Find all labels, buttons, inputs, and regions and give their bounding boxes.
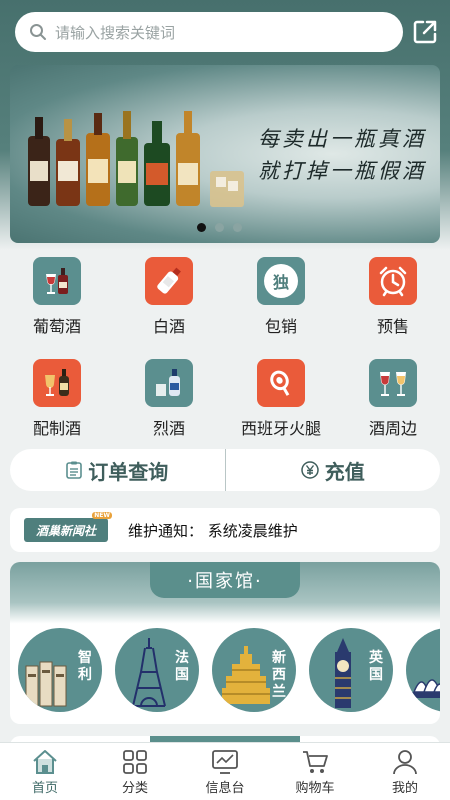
tab-label: 信息台 xyxy=(205,781,245,796)
order-query-label: 订单查询 xyxy=(88,459,169,484)
pagination-dot[interactable] xyxy=(233,223,242,232)
tab-label: 我的 xyxy=(391,781,418,796)
exclusive-badge: 独 xyxy=(264,264,298,298)
news-logo: 酒巢新闻社 NEW xyxy=(24,512,112,542)
pagination-dot[interactable] xyxy=(197,223,206,232)
monitor-icon xyxy=(212,750,238,774)
country-name: 智利 xyxy=(78,650,92,683)
search-icon xyxy=(30,24,46,40)
yen-coin-icon xyxy=(301,461,319,479)
country-chile[interactable]: 智利 xyxy=(18,628,102,712)
tab-mine[interactable]: 我的 xyxy=(360,743,450,800)
country-france[interactable]: 法国 xyxy=(115,628,199,712)
building-icon xyxy=(222,646,270,704)
country-name: 英国 xyxy=(369,650,383,683)
grid-icon xyxy=(123,750,147,774)
header: 请输入搜索关键词 xyxy=(0,0,450,64)
category-label: 预售 xyxy=(376,317,409,336)
eiffel-tower-icon xyxy=(132,638,166,707)
exclusive-badge-icon: 独 xyxy=(257,257,305,305)
news-text: 维护通知： 系统凌晨维护 xyxy=(128,521,298,540)
category-label: 葡萄酒 xyxy=(32,317,81,336)
country-hall-title: ·国家馆· xyxy=(150,562,300,598)
tab-home[interactable]: 首页 xyxy=(0,743,90,800)
bottom-tab-bar: 首页 分类 信息台 购物车 我的 xyxy=(0,742,450,800)
order-query-button[interactable]: 订单查询 xyxy=(10,456,225,485)
share-icon[interactable] xyxy=(412,19,438,45)
promo-banner[interactable]: 每卖出一瓶真酒 就打掉一瓶假酒 xyxy=(10,65,440,243)
category-label: 烈酒 xyxy=(152,419,185,438)
category-presale[interactable]: 预售 xyxy=(343,257,443,337)
country-name: 新西兰 xyxy=(272,650,286,700)
wine-glasses-icon xyxy=(369,359,417,407)
tab-category[interactable]: 分类 xyxy=(90,743,180,800)
category-label: 西班牙火腿 xyxy=(240,419,321,438)
country-uk[interactable]: 英国 xyxy=(309,628,393,712)
clipboard-icon xyxy=(66,461,83,479)
cart-icon xyxy=(303,751,328,773)
country-australia[interactable] xyxy=(406,628,440,712)
recharge-label: 充值 xyxy=(324,459,365,484)
category-label: 酒周边 xyxy=(368,419,417,438)
category-label: 配制酒 xyxy=(32,419,81,438)
recharge-button[interactable]: 充值 xyxy=(226,456,441,485)
user-icon xyxy=(393,750,417,775)
tab-info[interactable]: 信息台 xyxy=(180,743,270,800)
baijiu-bottle-icon xyxy=(145,257,193,305)
country-name: 法国 xyxy=(175,650,189,683)
tab-label: 首页 xyxy=(31,781,58,796)
banner-pagination xyxy=(197,223,242,232)
cocktail-bottle-icon xyxy=(33,359,81,407)
category-liqueur[interactable]: 配制酒 xyxy=(7,359,107,439)
wine-glass-bottle-icon xyxy=(33,257,81,305)
news-ticker[interactable]: 酒巢新闻社 NEW 维护通知： 系统凌晨维护 xyxy=(10,508,440,552)
news-logo-text: 酒巢新闻社 xyxy=(35,523,96,538)
category-exclusive[interactable]: 独 包销 xyxy=(231,257,331,337)
category-wine[interactable]: 葡萄酒 xyxy=(7,257,107,337)
country-newzealand[interactable]: 新西兰 xyxy=(212,628,296,712)
category-baijiu[interactable]: 白酒 xyxy=(119,257,219,337)
spirits-bottle-icon xyxy=(145,359,193,407)
search-placeholder: 请输入搜索关键词 xyxy=(55,23,176,42)
ham-icon xyxy=(257,359,305,407)
big-ben-icon xyxy=(335,638,351,708)
pagination-dot[interactable] xyxy=(215,223,224,232)
banner-slogan-line2: 就打掉一瓶假酒 xyxy=(258,159,426,183)
tab-label: 购物车 xyxy=(295,781,335,796)
banner-slogan-line1: 每卖出一瓶真酒 xyxy=(258,127,426,151)
tab-cart[interactable]: 购物车 xyxy=(270,743,360,800)
country-hall-section: ·国家馆· 智利 法国 新西兰 英国 xyxy=(10,562,440,724)
category-ham[interactable]: 西班牙火腿 xyxy=(231,359,331,439)
opera-house-icon xyxy=(412,679,440,698)
search-bar[interactable]: 请输入搜索关键词 xyxy=(15,12,403,52)
alarm-clock-icon xyxy=(369,257,417,305)
tab-label: 分类 xyxy=(121,781,148,796)
new-badge: NEW xyxy=(92,512,112,519)
moai-icon xyxy=(25,661,67,707)
home-icon xyxy=(33,750,57,774)
category-accessories[interactable]: 酒周边 xyxy=(343,359,443,439)
category-spirits[interactable]: 烈酒 xyxy=(119,359,219,439)
quick-actions: 订单查询 充值 xyxy=(10,449,440,491)
category-label: 包销 xyxy=(264,317,297,336)
liquor-bottles-image xyxy=(28,111,244,207)
category-label: 白酒 xyxy=(152,317,185,336)
